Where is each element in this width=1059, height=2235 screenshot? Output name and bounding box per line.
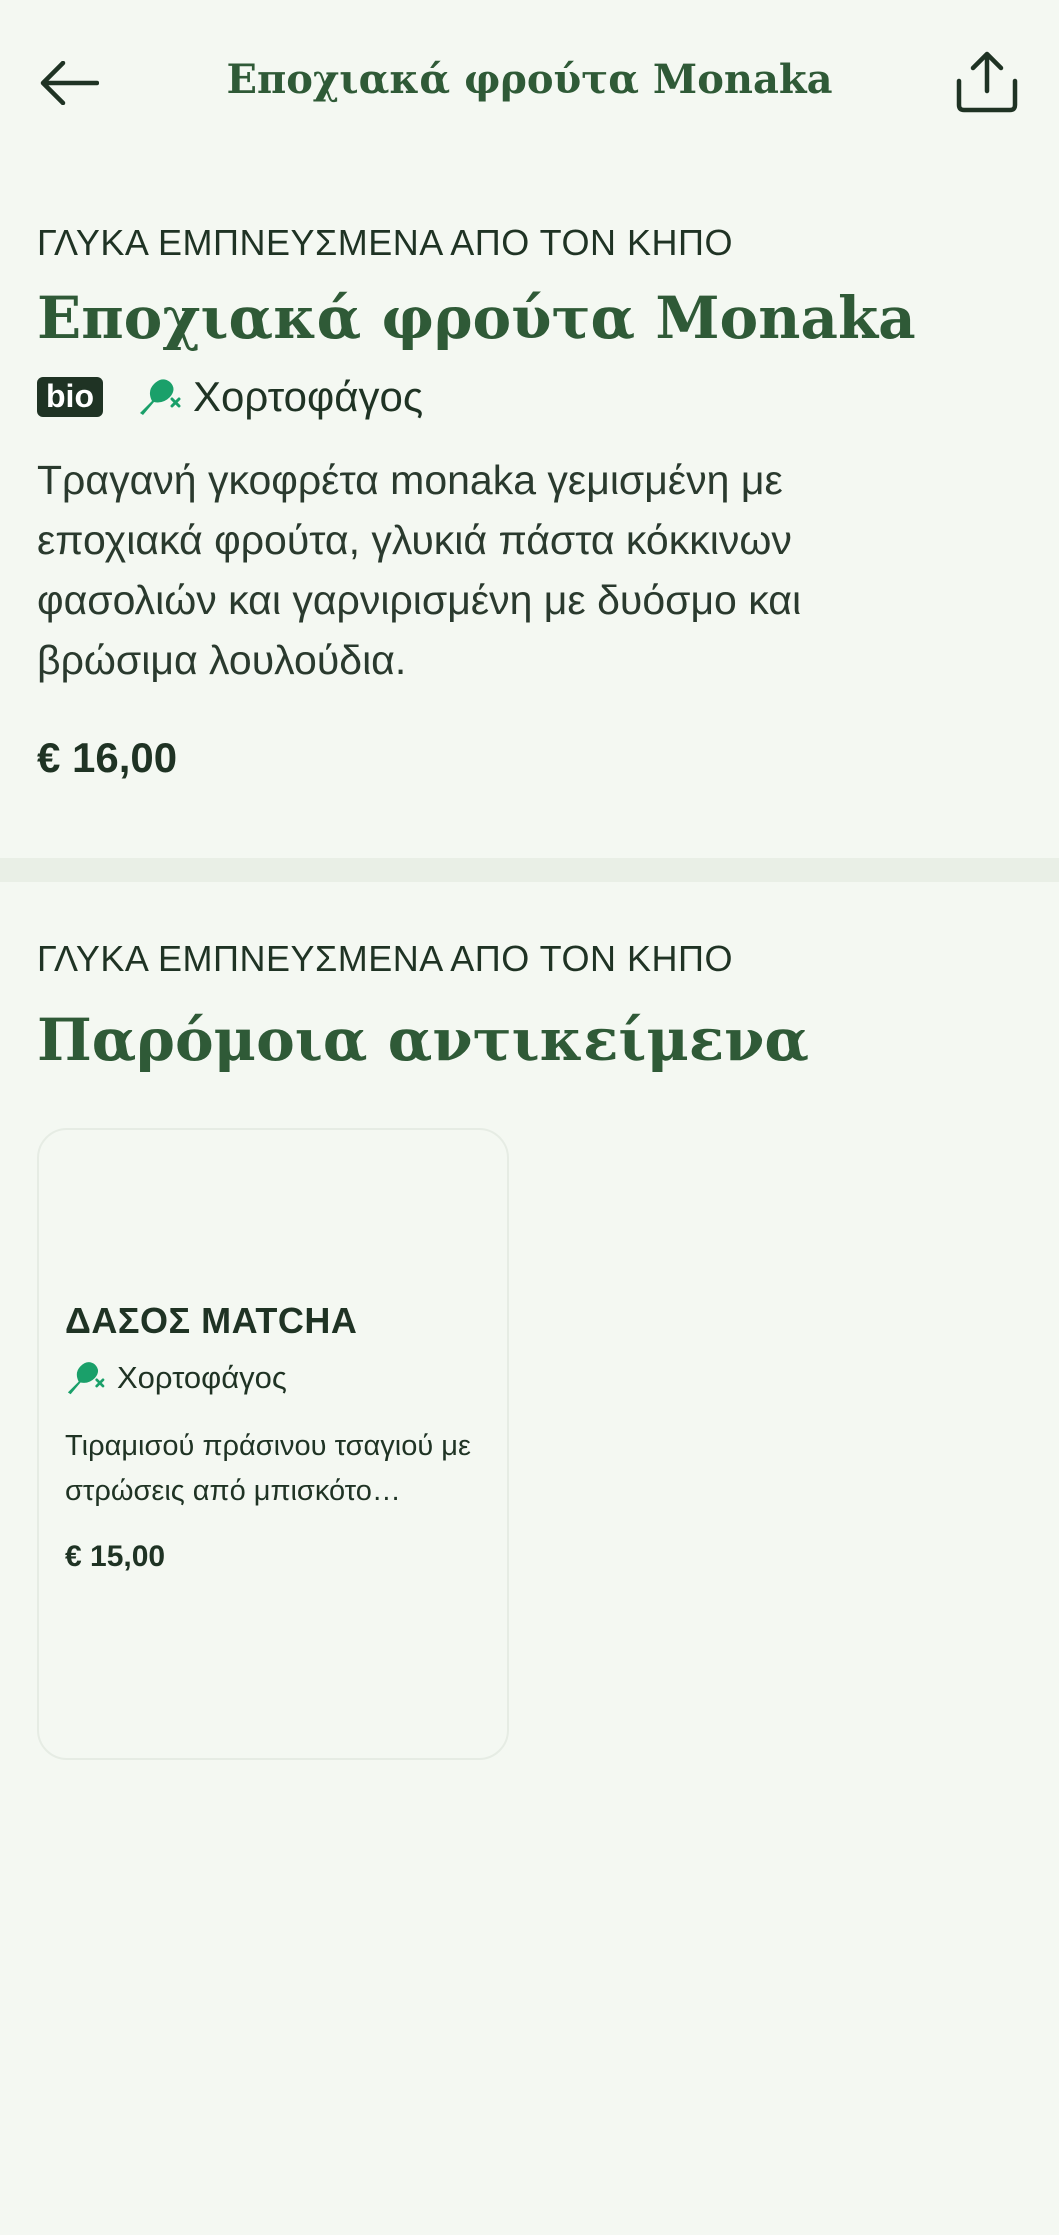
page-title: Εποχιακά φρούτα Monaka xyxy=(226,56,833,103)
similar-item-description: Τιραμισού πράσινου τσαγιού με στρώσεις α… xyxy=(65,1430,471,1507)
product-category: ΓΛΥΚΑ ΕΜΠΝΕΥΣΜΕΝΑ ΑΠΟ ΤΟΝ ΚΗΠΟ xyxy=(37,222,733,263)
similar-item-price: € 15,00 xyxy=(65,1540,166,1573)
product-tags: bio Χορτοφάγος xyxy=(37,370,1022,424)
similar-item-tags: Χορτοφάγος xyxy=(65,1360,481,1396)
product-description: Τραγανή γκοφρέτα monaka γεμισμένη με επο… xyxy=(37,457,802,683)
similar-item-title: ΔΑΣΟΣ MATCHA xyxy=(65,1300,358,1341)
product-title: Εποχιακά φρούτα Monaka xyxy=(37,284,916,352)
top-bar: Εποχιακά φρούτα Monaka xyxy=(0,0,1059,170)
share-icon xyxy=(955,51,1019,118)
share-button[interactable] xyxy=(949,46,1025,122)
similar-items-title: Παρόμοια αντικείμενα xyxy=(37,1006,810,1074)
similar-category: ΓΛΥΚΑ ΕΜΠΝΕΥΣΜΕΝΑ ΑΠΟ ΤΟΝ ΚΗΠΟ xyxy=(37,938,733,979)
arrow-left-icon xyxy=(39,60,100,110)
vegetarian-icon xyxy=(65,1360,105,1396)
section-divider xyxy=(0,858,1059,882)
back-button[interactable] xyxy=(34,50,104,120)
bio-badge: bio xyxy=(37,377,103,417)
similar-item-diet-label: Χορτοφάγος xyxy=(117,1360,287,1395)
product-price: € 16,00 xyxy=(37,734,178,781)
vegetarian-icon xyxy=(137,377,181,417)
similar-item-card[interactable]: ΔΑΣΟΣ MATCHA Χορτοφάγος Τιραμισού πράσιν… xyxy=(37,1128,509,1760)
product-details: ΓΛΥΚΑ ΕΜΠΝΕΥΣΜΕΝΑ ΑΠΟ ΤΟΝ ΚΗΠΟ Εποχιακά … xyxy=(37,222,1022,782)
similar-items-section: ΓΛΥΚΑ ΕΜΠΝΕΥΣΜΕΝΑ ΑΠΟ ΤΟΝ ΚΗΠΟ Παρόμοια … xyxy=(37,938,1022,1074)
diet-label: Χορτοφάγος xyxy=(192,373,424,420)
